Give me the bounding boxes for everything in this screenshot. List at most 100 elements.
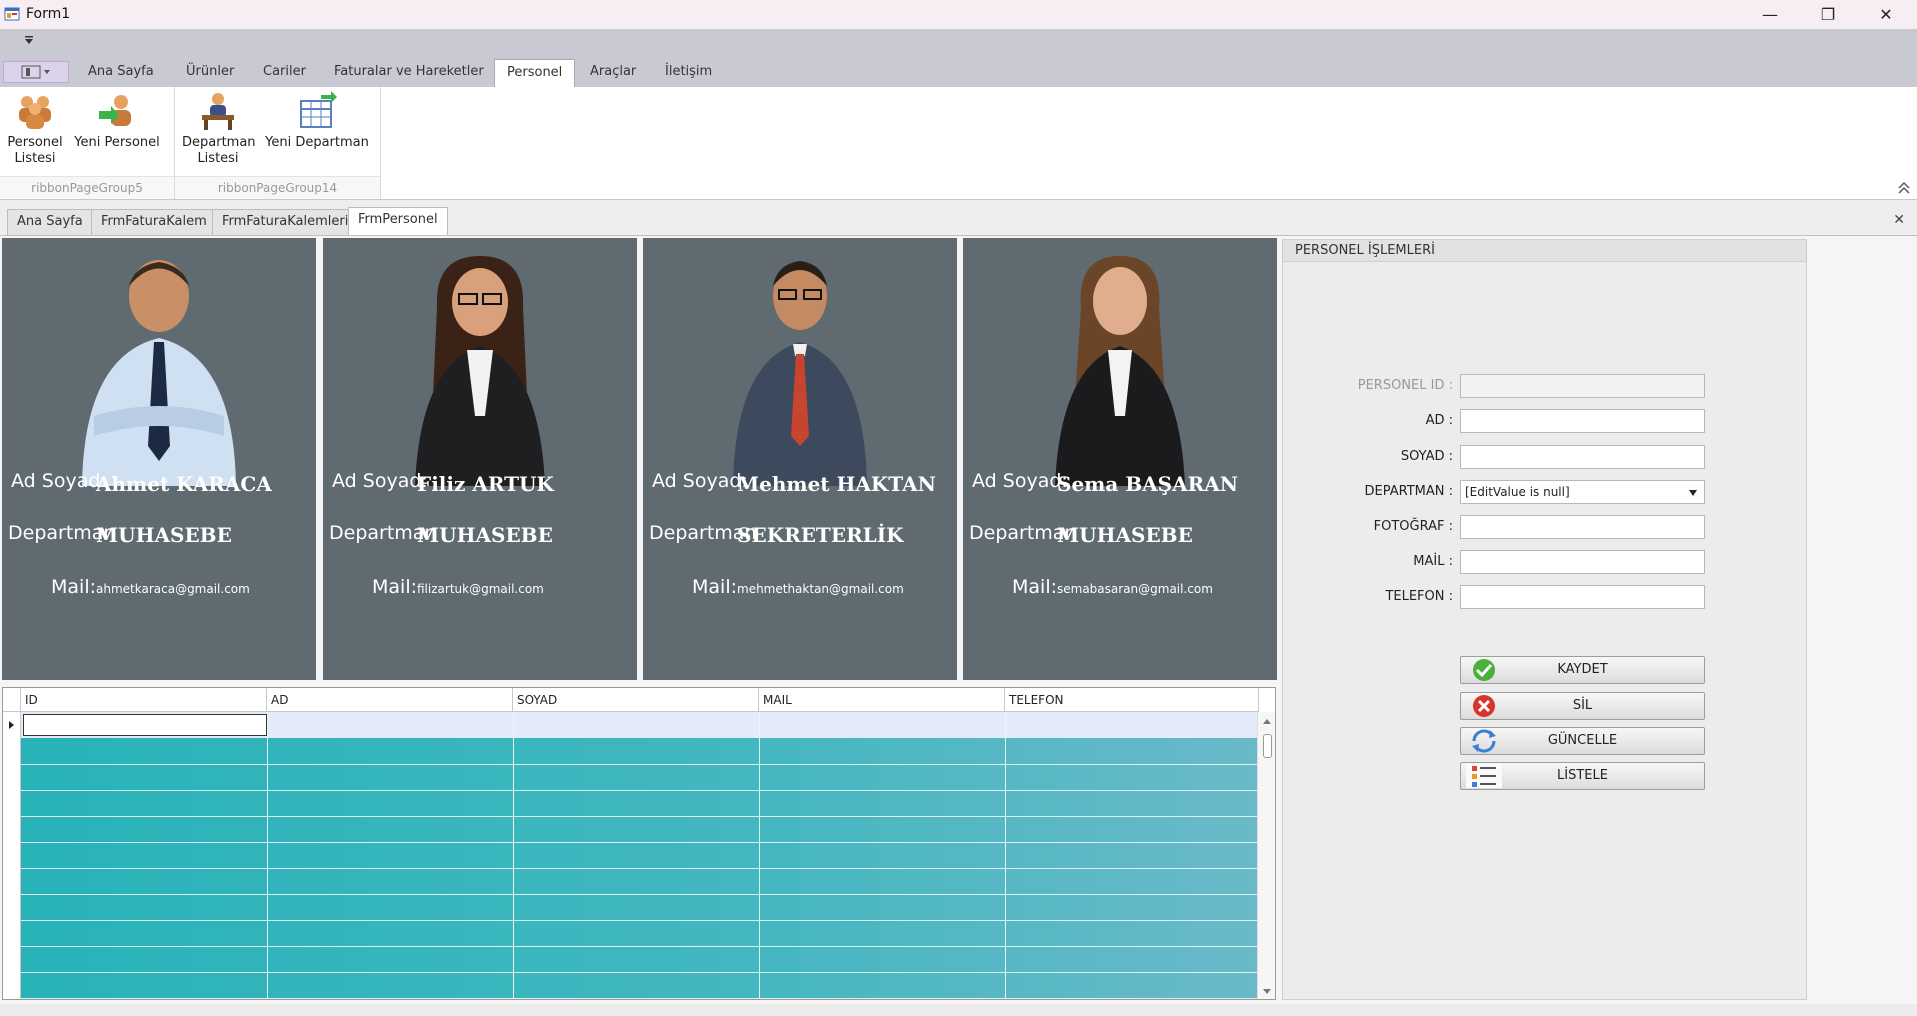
card-name-value: Sema BAŞARAN [1057, 472, 1239, 496]
row-divider [21, 842, 1259, 843]
ribbon-tab-araclar[interactable]: Araçlar [578, 59, 648, 87]
restore-icon: ❐ [1820, 5, 1836, 24]
column-divider [267, 712, 268, 999]
guncelle-label: GÜNCELLE [1547, 733, 1618, 748]
card-name-label: Ad Soyad: [652, 470, 748, 492]
grid-data-rows[interactable] [21, 738, 1259, 999]
minimize-button[interactable]: — [1741, 0, 1799, 29]
card-name-value: Ahmet KARACA [96, 472, 272, 496]
scroll-down-icon[interactable] [1259, 983, 1275, 999]
close-document-icon[interactable]: ✕ [1893, 212, 1905, 228]
card-mail-label: Mail: [692, 576, 737, 598]
listele-label: LİSTELE [1557, 768, 1608, 783]
row-divider [21, 946, 1259, 947]
column-divider [1005, 712, 1006, 999]
doc-tab-ana-sayfa[interactable]: Ana Sayfa [7, 209, 93, 235]
fotograf-field[interactable] [1460, 515, 1705, 539]
card-mail-value: ahmetkaraca@gmail.com [96, 582, 250, 596]
mail-field[interactable] [1460, 550, 1705, 574]
card-name-label: Ad Soyad: [11, 470, 107, 492]
kaydet-label: KAYDET [1557, 662, 1608, 677]
add-person-icon [99, 95, 131, 126]
card-department-value: MUHASEBE [417, 523, 553, 547]
ribbon-page-personel: Personel Listesi Yeni Personel ribbonPag… [0, 87, 1917, 200]
card-name-value: Mehmet HAKTAN [737, 472, 936, 496]
personel-islemleri-panel: PERSONEL İŞLEMLERİ PERSONEL ID : AD : SO… [1282, 239, 1807, 1000]
listele-button[interactable]: LİSTELE [1460, 762, 1705, 790]
ribbon-tab-personel[interactable]: Personel [494, 59, 576, 87]
person-photo [415, 256, 545, 486]
row-divider [21, 894, 1259, 895]
ribbon-tab-cariler[interactable]: Cariler [251, 59, 318, 87]
yeni-personel-button[interactable]: Yeni Personel [72, 91, 162, 151]
ribbon-tab-urunler[interactable]: Ürünler [174, 59, 246, 87]
departman-value: [EditValue is null] [1465, 485, 1570, 499]
soyad-label: SOYAD : [1400, 449, 1453, 464]
card-department-value: MUHASEBE [96, 523, 232, 547]
focused-cell[interactable] [23, 714, 267, 736]
doc-tab-frmfaturakalem[interactable]: FrmFaturaKalem [91, 209, 217, 235]
application-menu-button[interactable] [3, 61, 69, 83]
column-divider [759, 712, 760, 999]
departman-listesi-button[interactable]: Departman Listesi [182, 91, 256, 167]
telefon-field[interactable] [1460, 585, 1705, 609]
kaydet-button[interactable]: KAYDET [1460, 656, 1705, 684]
departman-listesi-label-2: Listesi [197, 151, 239, 166]
column-header-telefon[interactable]: TELEFON [1005, 688, 1259, 712]
departman-dropdown[interactable]: [EditValue is null] [1460, 480, 1705, 504]
office-desk-icon [202, 93, 234, 130]
doc-tab-frmpersonel[interactable]: FrmPersonel [348, 207, 448, 235]
scroll-thumb[interactable] [1263, 734, 1272, 758]
chevron-down-icon[interactable] [1689, 490, 1697, 496]
title-bar: Form1 — ❐ ✕ [0, 0, 1917, 29]
personel-listesi-button[interactable]: Personel Listesi [4, 91, 66, 167]
card-name-label: Ad Soyad: [972, 470, 1068, 492]
yeni-departman-label: Yeni Departman [265, 135, 369, 150]
personel-card: Ad Soyad: Ahmet KARACA Departman MUHASEB… [2, 238, 316, 680]
card-department-value: MUHASEBE [1057, 523, 1193, 547]
personel-id-field [1460, 374, 1705, 398]
collapse-ribbon-icon[interactable] [1897, 181, 1911, 195]
doc-tab-frmfaturakalemleri[interactable]: FrmFaturaKalemleri [212, 209, 359, 235]
card-mail-label: Mail: [51, 576, 96, 598]
ribbon-group-personel: Personel Listesi Yeni Personel ribbonPag… [0, 87, 175, 199]
guncelle-button[interactable]: GÜNCELLE [1460, 727, 1705, 755]
column-header-ad[interactable]: AD [267, 688, 513, 712]
column-header-soyad[interactable]: SOYAD [513, 688, 759, 712]
yeni-personel-label: Yeni Personel [74, 135, 160, 150]
column-header-id[interactable]: ID [21, 688, 267, 712]
people-group-icon [19, 96, 51, 129]
close-button[interactable]: ✕ [1857, 0, 1915, 29]
ribbon-group-caption: ribbonPageGroup5 [0, 176, 174, 199]
row-indicator-column [3, 712, 21, 999]
row-divider [21, 790, 1259, 791]
sil-button[interactable]: SİL [1460, 692, 1705, 720]
personel-id-label: PERSONEL ID : [1357, 378, 1453, 393]
yeni-departman-button[interactable]: Yeni Departman [263, 91, 371, 151]
window-title: Form1 [26, 6, 71, 22]
person-photo [1055, 256, 1185, 486]
app-menu-icon [21, 65, 50, 79]
restore-button[interactable]: ❐ [1799, 0, 1857, 29]
grid-vertical-scrollbar[interactable] [1257, 712, 1275, 999]
quick-access-toolbar [0, 29, 1917, 53]
column-header-mail[interactable]: MAIL [759, 688, 1005, 712]
row-divider [21, 816, 1259, 817]
scroll-up-icon[interactable] [1259, 714, 1275, 730]
ad-label: AD : [1425, 413, 1453, 428]
card-mail-label: Mail: [1012, 576, 1057, 598]
ad-field[interactable] [1460, 409, 1705, 433]
row-divider [21, 972, 1259, 973]
card-mail-value: mehmethaktan@gmail.com [737, 582, 904, 596]
app-icon [4, 7, 20, 21]
personel-grid[interactable]: ID AD SOYAD MAIL TELEFON [2, 687, 1276, 1000]
ribbon-tab-faturalar[interactable]: Faturalar ve Hareketler [322, 59, 496, 87]
ribbon-tab-iletisim[interactable]: İletişim [653, 59, 724, 87]
customize-dropdown-icon[interactable] [24, 35, 34, 45]
current-row-icon [9, 721, 14, 729]
soyad-field[interactable] [1460, 445, 1705, 469]
row-divider [21, 998, 1259, 999]
ribbon-tab-ana-sayfa[interactable]: Ana Sayfa [76, 59, 166, 87]
personel-card: Ad Soyad: Mehmet HAKTAN Departman SEKRET… [643, 238, 957, 680]
card-mail-value: semabasaran@gmail.com [1057, 582, 1213, 596]
